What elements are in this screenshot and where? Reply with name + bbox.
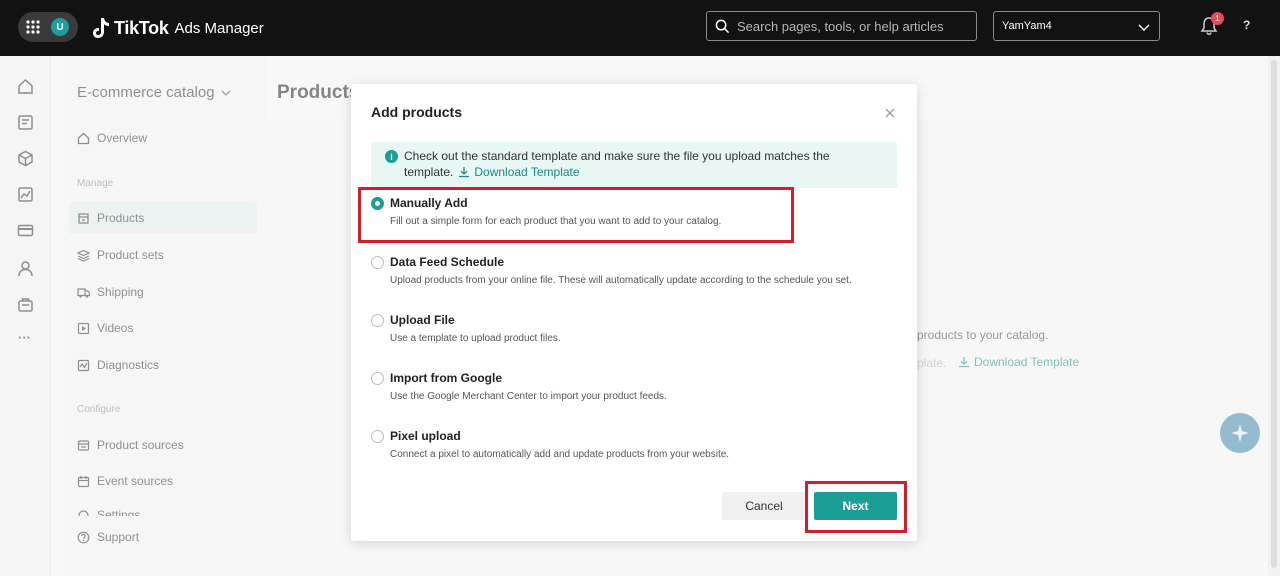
option-description: Connect a pixel to automatically add and… — [390, 449, 730, 460]
info-banner: i Check out the standard template and ma… — [371, 142, 897, 188]
highlight-manually-add — [358, 187, 794, 243]
info-icon: i — [385, 150, 398, 163]
search-input[interactable] — [737, 18, 967, 34]
search-icon — [715, 19, 730, 33]
radio-upload-file[interactable] — [371, 314, 384, 327]
option-title: Data Feed Schedule — [390, 255, 505, 269]
highlight-next-button — [805, 481, 907, 533]
option-pixel-upload[interactable]: Pixel upload Connect a pixel to automati… — [371, 429, 897, 480]
download-template-label: Download Template — [474, 165, 580, 179]
option-title: Import from Google — [390, 371, 502, 385]
radio-pixel-upload[interactable] — [371, 430, 384, 443]
radio-import-from-google[interactable] — [371, 372, 384, 385]
close-icon[interactable] — [884, 107, 896, 119]
add-products-dialog: Add products i Check out the standard te… — [351, 84, 917, 541]
notification-badge: 1 — [1211, 12, 1224, 25]
option-description: Use the Google Merchant Center to import… — [390, 391, 667, 402]
download-icon — [459, 167, 470, 178]
logo-brand: TikTok — [114, 17, 169, 38]
info-text-line2: template. Download Template — [404, 165, 580, 179]
help-button[interactable]: ? — [1243, 18, 1250, 32]
grid-icon — [26, 20, 40, 34]
radio-data-feed-schedule[interactable] — [371, 256, 384, 269]
download-template-link[interactable]: Download Template — [458, 165, 580, 179]
info-text-template: template. — [404, 165, 454, 179]
top-bar: U TikTok Ads Manager YamYam4 1 ? — [0, 0, 1280, 56]
option-description: Use a template to upload product files. — [390, 333, 561, 344]
avatar[interactable]: U — [49, 16, 71, 38]
app-switcher[interactable]: U — [18, 12, 78, 42]
info-text-line1: Check out the standard template and make… — [404, 149, 830, 163]
option-title: Upload File — [390, 313, 455, 327]
option-title: Pixel upload — [390, 429, 461, 443]
dialog-title: Add products — [371, 104, 462, 120]
account-selector[interactable]: YamYam4 — [993, 11, 1160, 41]
chevron-down-icon — [1138, 24, 1150, 32]
tiktok-logo[interactable]: TikTok Ads Manager — [92, 15, 264, 41]
option-import-from-google[interactable]: Import from Google Use the Google Mercha… — [371, 371, 897, 422]
option-upload-file[interactable]: Upload File Use a template to upload pro… — [371, 313, 897, 364]
cancel-button[interactable]: Cancel — [722, 492, 806, 520]
option-description: Upload products from your online file. T… — [390, 275, 852, 286]
logo-product: Ads Manager — [174, 19, 264, 37]
option-data-feed-schedule[interactable]: Data Feed Schedule Upload products from … — [371, 255, 897, 306]
search-box[interactable] — [706, 11, 977, 41]
tiktok-note-icon — [93, 18, 109, 38]
account-name: YamYam4 — [1002, 20, 1052, 32]
